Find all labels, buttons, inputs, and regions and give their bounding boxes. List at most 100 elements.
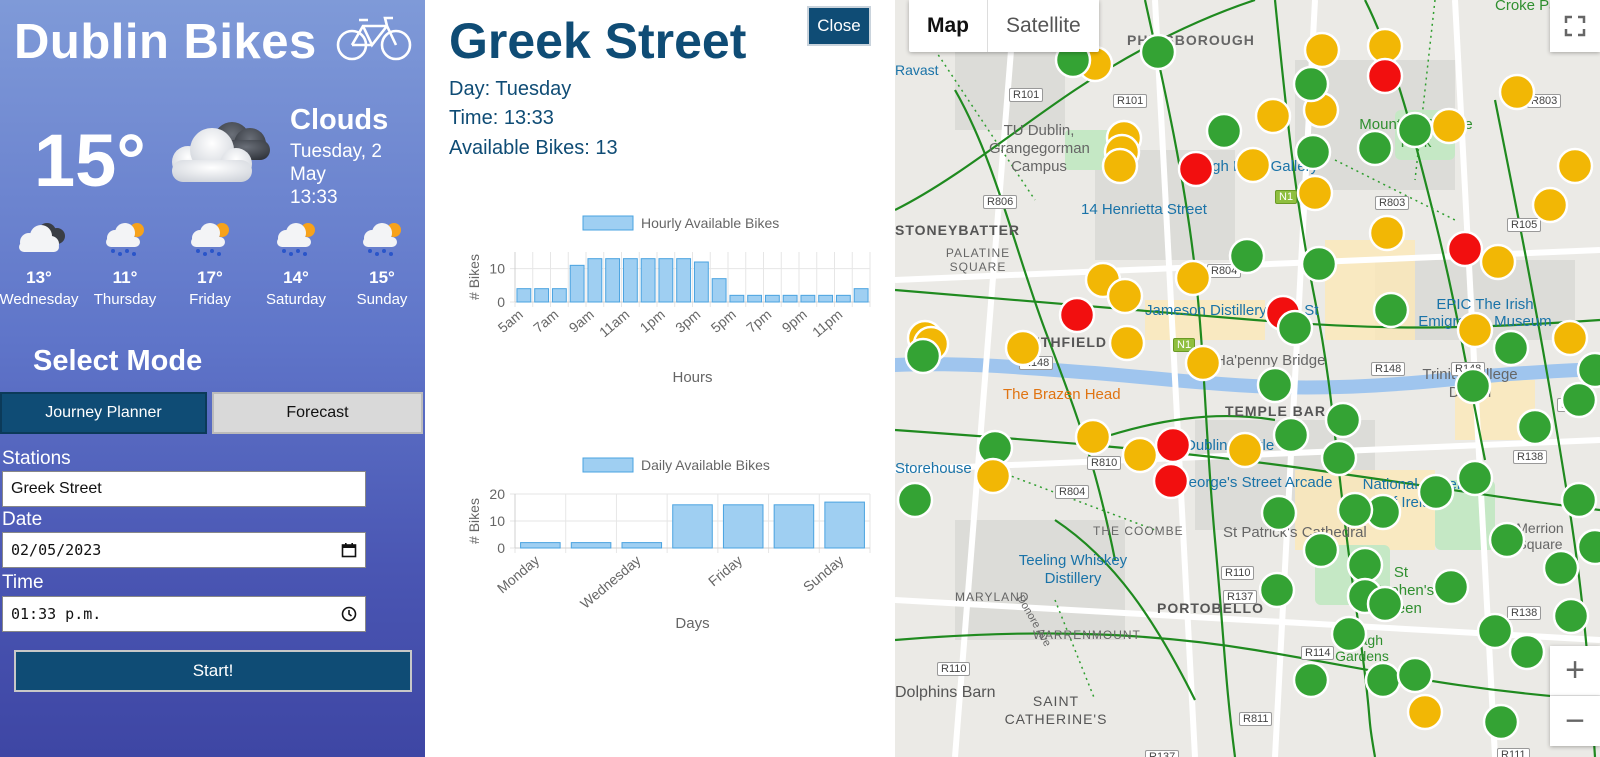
station-marker-available[interactable] [1292, 65, 1330, 103]
station-marker-available[interactable] [1356, 129, 1394, 167]
station-marker-low[interactable] [974, 457, 1012, 495]
station-marker-available[interactable] [1417, 473, 1455, 511]
station-marker-available[interactable] [1372, 291, 1410, 329]
station-time: Time: 13:33 [449, 107, 554, 129]
station-marker-available[interactable] [1492, 329, 1530, 367]
date-input[interactable]: 02/05/2023 [2, 532, 366, 568]
chart-bar [605, 258, 621, 303]
station-marker-available[interactable] [1336, 491, 1374, 529]
station-detail-panel: Greek Street Close Day: Tuesday Time: 13… [425, 0, 895, 757]
station-marker-low[interactable] [1368, 214, 1406, 252]
station-marker-low[interactable] [1479, 243, 1517, 281]
station-marker-available[interactable] [1272, 416, 1310, 454]
station-marker-empty[interactable] [1446, 230, 1484, 268]
zoom-in-button[interactable]: + [1550, 646, 1600, 696]
satellite-button[interactable]: Satellite [988, 0, 1099, 52]
chart-xtick-label: 3pm [672, 306, 703, 336]
station-marker-available[interactable] [1396, 111, 1434, 149]
station-marker-low[interactable] [1101, 147, 1139, 185]
station-marker-available[interactable] [1542, 549, 1580, 587]
station-marker-available[interactable] [1432, 568, 1470, 606]
station-marker-low[interactable] [1296, 174, 1334, 212]
station-marker-low[interactable] [1498, 73, 1536, 111]
station-marker-available[interactable] [1552, 597, 1590, 635]
station-marker-available[interactable] [1346, 546, 1384, 584]
station-marker-available[interactable] [1139, 33, 1177, 71]
station-marker-available[interactable] [1364, 661, 1402, 699]
station-marker-available[interactable] [1300, 245, 1338, 283]
station-marker-empty[interactable] [1152, 462, 1190, 500]
station-marker-available[interactable] [1456, 459, 1494, 497]
map-button[interactable]: Map [909, 0, 988, 52]
station-marker-available[interactable] [1256, 366, 1294, 404]
station-marker-available[interactable] [1294, 133, 1332, 171]
close-button[interactable]: Close [807, 6, 871, 46]
station-marker-available[interactable] [1330, 615, 1368, 653]
station-marker-available[interactable] [1482, 703, 1520, 741]
station-marker-available[interactable] [1320, 439, 1358, 477]
start-button[interactable]: Start! [14, 650, 412, 692]
station-marker-available[interactable] [1508, 633, 1546, 671]
station-marker-available[interactable] [1366, 585, 1404, 623]
time-input[interactable]: 01:33 p.m. [2, 596, 366, 632]
station-markers[interactable] [895, 0, 1600, 757]
station-marker-available[interactable] [1454, 367, 1492, 405]
cloud-icon [172, 122, 270, 182]
station-input[interactable]: Greek Street [2, 471, 366, 507]
station-marker-available[interactable] [1205, 112, 1243, 150]
map[interactable]: PHIBSBOROUGH Croke Park Ravast TU Dublin… [895, 0, 1600, 757]
chart-bar [764, 294, 780, 303]
station-marker-empty[interactable] [1058, 296, 1096, 334]
station-marker-low[interactable] [1456, 311, 1494, 349]
station-marker-available[interactable] [1258, 571, 1296, 609]
chart-bar [824, 501, 865, 549]
station-marker-empty[interactable] [1154, 426, 1192, 464]
station-marker-low[interactable] [1556, 147, 1594, 185]
calendar-icon[interactable] [341, 542, 357, 558]
station-marker-available[interactable] [1516, 408, 1554, 446]
station-marker-available[interactable] [1228, 237, 1266, 275]
station-marker-available[interactable] [1260, 494, 1298, 532]
station-marker-low[interactable] [1174, 259, 1212, 297]
chart-bar [747, 294, 763, 303]
chart-bar [693, 261, 709, 303]
chart-xtick-label: 5pm [708, 306, 739, 336]
station-marker-low[interactable] [1406, 693, 1444, 731]
station-marker-low[interactable] [1303, 31, 1341, 69]
station-marker-low[interactable] [1551, 319, 1589, 357]
station-marker-low[interactable] [1184, 344, 1222, 382]
journey-planner-button[interactable]: Journey Planner [0, 392, 207, 434]
station-marker-available[interactable] [1476, 612, 1514, 650]
station-marker-available[interactable] [904, 337, 942, 375]
station-marker-available[interactable] [1560, 381, 1598, 419]
station-marker-low[interactable] [1226, 431, 1264, 469]
station-marker-empty[interactable] [1177, 150, 1215, 188]
chart-bar [773, 504, 815, 549]
station-marker-low[interactable] [1108, 324, 1146, 362]
station-marker-low[interactable] [1531, 186, 1569, 224]
fullscreen-button[interactable] [1550, 0, 1600, 52]
station-marker-available[interactable] [1324, 401, 1362, 439]
station-marker-available[interactable] [1560, 481, 1598, 519]
station-marker-low[interactable] [1254, 97, 1292, 135]
station-marker-available[interactable] [1488, 521, 1526, 559]
zoom-out-button[interactable]: − [1550, 696, 1600, 746]
station-marker-empty[interactable] [1366, 57, 1404, 95]
station-marker-available[interactable] [1276, 309, 1314, 347]
station-marker-low[interactable] [1234, 146, 1272, 184]
station-marker-available[interactable] [1292, 661, 1330, 699]
weather-condition: Clouds [290, 104, 389, 136]
chart-bar [622, 258, 638, 303]
clock-icon[interactable] [341, 606, 357, 622]
station-marker-available[interactable] [1576, 528, 1600, 566]
sidebar: Dublin Bikes 15° Clouds Tuesday, 2 May 1… [0, 0, 425, 757]
station-marker-available[interactable] [1302, 531, 1340, 569]
station-marker-available[interactable] [1396, 656, 1434, 694]
station-marker-available[interactable] [896, 481, 934, 519]
station-marker-low[interactable] [1074, 418, 1112, 456]
station-marker-low[interactable] [1004, 329, 1042, 367]
station-marker-low[interactable] [1430, 107, 1468, 145]
forecast-button[interactable]: Forecast [212, 392, 423, 434]
station-marker-low[interactable] [1121, 436, 1159, 474]
station-marker-low[interactable] [1106, 277, 1144, 315]
